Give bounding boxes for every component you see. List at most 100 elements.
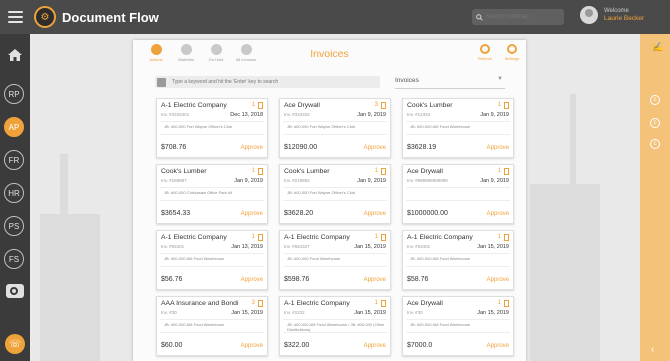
approve-button[interactable]: Approve bbox=[241, 145, 263, 151]
invoice-card[interactable]: Ace Drywall 1 Inv. #999999999999 Jan 9, 201… bbox=[402, 164, 514, 224]
approve-button[interactable]: Approve bbox=[364, 145, 386, 151]
search-box[interactable] bbox=[472, 9, 564, 25]
approve-button[interactable]: Approve bbox=[487, 277, 509, 283]
vendor-name: Cook's Lumber bbox=[161, 168, 207, 175]
refresh-button[interactable]: Refresh bbox=[475, 44, 495, 61]
gear-icon bbox=[507, 44, 517, 54]
document-icon[interactable] bbox=[504, 102, 509, 109]
phone-icon[interactable]: ☏ bbox=[5, 334, 25, 354]
document-icon[interactable] bbox=[258, 234, 263, 241]
invoice-amount: $3628.20 bbox=[284, 210, 314, 217]
approve-button[interactable]: Approve bbox=[487, 145, 509, 151]
job-description: JB: #00-000 AM Food Warehouse bbox=[406, 121, 510, 135]
invoice-card[interactable]: AAA Insurance and Bondin 3 Inv. #30 Jan 15,… bbox=[156, 296, 268, 356]
vendor-name: A-1 Electric Company bbox=[407, 234, 473, 241]
invoice-number: Inv. #2222 bbox=[284, 310, 305, 315]
invoice-date: Jan 15, 2019 bbox=[231, 310, 263, 316]
signature-icon[interactable]: ✍ bbox=[652, 42, 663, 53]
nav-ps[interactable]: PS bbox=[4, 216, 24, 236]
document-icon[interactable] bbox=[504, 168, 509, 175]
right-nav-circle-3[interactable]: c bbox=[650, 139, 660, 149]
approve-button[interactable]: Approve bbox=[241, 343, 263, 349]
app-title: Document Flow bbox=[62, 9, 159, 25]
home-icon[interactable] bbox=[7, 48, 23, 62]
invoice-amount: $3654.33 bbox=[161, 210, 191, 217]
document-icon[interactable] bbox=[258, 300, 263, 307]
invoice-amount: $58.76 bbox=[407, 276, 429, 283]
invoice-amount: $3628.19 bbox=[407, 144, 437, 151]
invoice-date: Jan 15, 2019 bbox=[477, 244, 509, 250]
invoice-amount: $12090.00 bbox=[284, 144, 318, 151]
invoice-number: Inv. #3333401 bbox=[161, 112, 190, 117]
user-menu[interactable]: Welcome Laurie Becker bbox=[580, 6, 644, 24]
invoices-panel: Actions Watchlist On Hold All Invoices I… bbox=[133, 40, 526, 361]
invoice-amount: $56.76 bbox=[161, 276, 183, 283]
document-icon[interactable] bbox=[381, 168, 386, 175]
approve-button[interactable]: Approve bbox=[364, 277, 386, 283]
invoice-card[interactable]: A-1 Electric Company 1 Inv. #3333401 Dec 13… bbox=[156, 98, 268, 158]
job-description: JB: #00-000 AM Food Warehouse bbox=[160, 253, 264, 267]
invoice-card[interactable]: Cook's Lumber 1 Inv. #12334 Jan 9, 2019 JB: … bbox=[402, 98, 514, 158]
vendor-name: Cook's Lumber bbox=[284, 168, 330, 175]
nav-fs[interactable]: FS bbox=[4, 249, 24, 269]
document-type-select[interactable]: Invoices ▼ bbox=[395, 76, 505, 89]
chevron-down-icon: ▼ bbox=[497, 76, 503, 82]
invoice-card[interactable]: A-1 Electric Company 1 Inv. #63401 Jan 15, … bbox=[402, 230, 514, 290]
invoice-card[interactable]: A-1 Electric Company 1 Inv. #2222 Jan 15, 2… bbox=[279, 296, 391, 356]
document-icon[interactable] bbox=[381, 102, 386, 109]
invoice-card[interactable]: A-1 Electric Company 1 Inv. #564327 Jan 15,… bbox=[279, 230, 391, 290]
user-name[interactable]: Laurie Becker bbox=[604, 15, 644, 23]
search-input[interactable] bbox=[483, 14, 564, 20]
nav-hr[interactable]: HR bbox=[4, 183, 24, 203]
keyword-filter[interactable] bbox=[155, 76, 380, 88]
approve-button[interactable]: Approve bbox=[487, 211, 509, 217]
nav-rp[interactable]: RP bbox=[4, 84, 24, 104]
invoice-card[interactable]: Ace Drywall 1 Inv. #30 Jan 15, 2019 JB: #00-… bbox=[402, 296, 514, 356]
nav-fr[interactable]: FR bbox=[4, 150, 24, 170]
invoice-number: Inv. #564327 bbox=[284, 244, 310, 249]
job-description: JB: #00-000 AM Food Warehouse bbox=[406, 253, 510, 267]
invoice-card[interactable]: Ace Drywall 3 Inv. #333333 Jan 9, 2019 JB: #… bbox=[279, 98, 391, 158]
document-icon[interactable] bbox=[504, 300, 509, 307]
approve-button[interactable]: Approve bbox=[364, 211, 386, 217]
invoice-amount: $708.76 bbox=[161, 144, 187, 151]
invoice-number: Inv. #63401 bbox=[407, 244, 431, 249]
refresh-icon bbox=[480, 44, 490, 54]
job-description: JB: #00-000 Fort Wayne Officer's Club bbox=[283, 121, 387, 135]
user-info: Welcome Laurie Becker bbox=[604, 7, 644, 23]
nav-ap[interactable]: AP bbox=[4, 117, 24, 137]
document-icon[interactable] bbox=[381, 300, 386, 307]
job-description: JB: #00-000 AM Food Warehouse / JB: #00-… bbox=[283, 319, 387, 333]
approve-button[interactable]: Approve bbox=[241, 277, 263, 283]
document-capture-icon[interactable] bbox=[6, 284, 24, 298]
attachment-count: 1 bbox=[374, 168, 378, 174]
job-description bbox=[406, 187, 510, 201]
job-description: JB: #00-000 Fort Wayne Officer's Club bbox=[160, 121, 264, 135]
invoice-amount: $60.00 bbox=[161, 342, 183, 349]
invoice-date: Jan 9, 2019 bbox=[480, 178, 509, 184]
invoice-number: Inv. #999999999999 bbox=[407, 178, 448, 183]
right-nav-circle-2[interactable]: c bbox=[650, 118, 660, 128]
document-icon[interactable] bbox=[258, 168, 263, 175]
avatar[interactable] bbox=[580, 6, 598, 24]
document-icon[interactable] bbox=[504, 234, 509, 241]
settings-label: Settings bbox=[504, 56, 520, 61]
top-bar: ⚙ Document Flow Welcome Laurie Becker bbox=[0, 0, 670, 34]
invoice-number: Inv. #30 bbox=[407, 310, 423, 315]
vendor-name: A-1 Electric Company bbox=[284, 234, 350, 241]
filter-icon[interactable] bbox=[157, 77, 166, 87]
keyword-input[interactable] bbox=[170, 78, 374, 86]
invoice-card[interactable]: Cook's Lumber 1 Inv. #218883 Jan 9, 2019 JB:… bbox=[279, 164, 391, 224]
menu-icon[interactable] bbox=[0, 0, 30, 34]
settings-button[interactable]: Settings bbox=[502, 44, 522, 61]
invoice-card[interactable]: A-1 Electric Company 1 Inv. #93401 Jan 13, … bbox=[156, 230, 268, 290]
approve-button[interactable]: Approve bbox=[364, 343, 386, 349]
document-icon[interactable] bbox=[381, 234, 386, 241]
invoice-number: Inv. #93401 bbox=[161, 244, 185, 249]
document-icon[interactable] bbox=[258, 102, 263, 109]
approve-button[interactable]: Approve bbox=[241, 211, 263, 217]
collapse-chevron-icon[interactable]: ‹ bbox=[651, 344, 654, 355]
approve-button[interactable]: Approve bbox=[487, 343, 509, 349]
invoice-card[interactable]: Cook's Lumber 1 Inv. #188887 Jan 9, 2019 JB:… bbox=[156, 164, 268, 224]
right-nav-circle-1[interactable]: c bbox=[650, 95, 660, 105]
